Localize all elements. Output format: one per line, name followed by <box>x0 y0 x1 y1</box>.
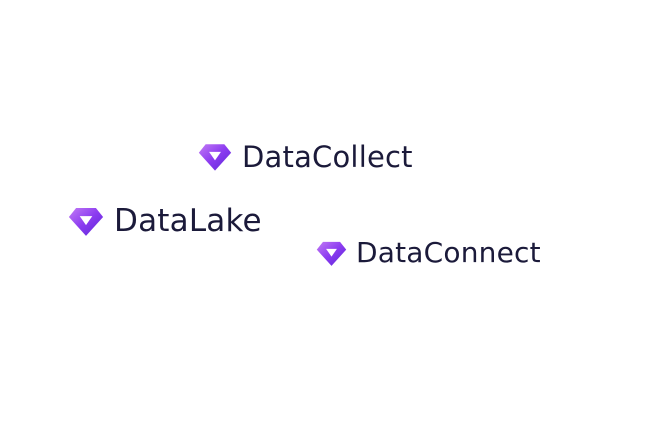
diamond-gem-icon <box>68 208 104 236</box>
dataconnect-logo: DataConnect <box>316 239 541 267</box>
brand-name: DataConnect <box>356 236 541 269</box>
brand-name: DataLake <box>114 203 262 239</box>
brand-name: DataCollect <box>242 139 413 174</box>
diamond-gem-icon <box>198 144 232 171</box>
diamond-gem-icon <box>316 241 347 266</box>
datalake-logo: DataLake <box>68 206 262 237</box>
datacollect-logo: DataCollect <box>198 142 413 172</box>
